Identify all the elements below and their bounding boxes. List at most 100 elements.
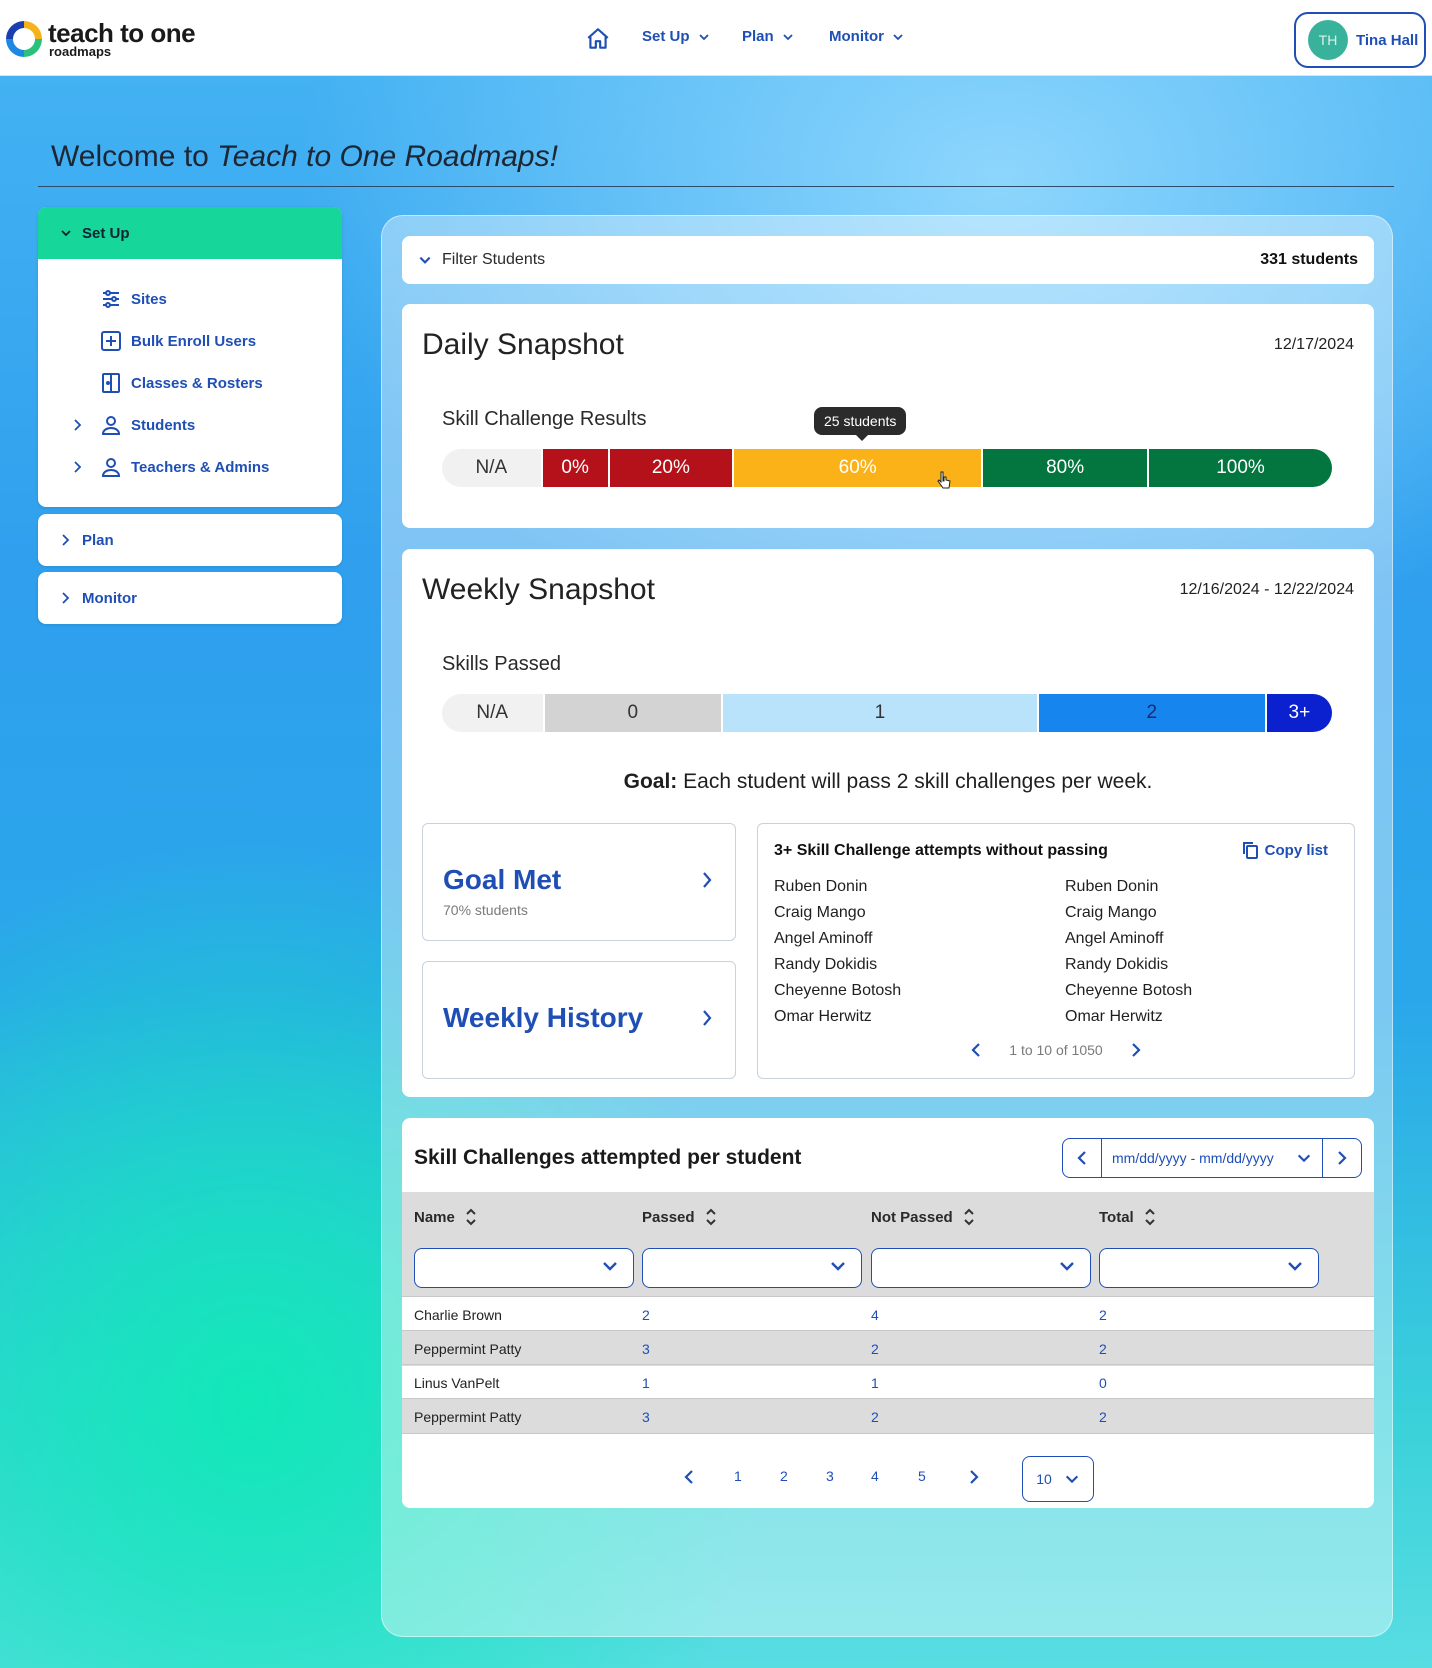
- user-menu-button[interactable]: TH Tina Hall: [1294, 12, 1426, 68]
- page-size-select[interactable]: 10: [1022, 1456, 1094, 1502]
- cell-not-passed: 2: [871, 1409, 879, 1425]
- column-header-name[interactable]: Name: [414, 1208, 477, 1226]
- chevron-right-icon: [72, 460, 82, 474]
- table-row[interactable]: Peppermint Patty 3 2 2: [402, 1398, 1374, 1434]
- date-range-select[interactable]: mm/dd/yyyy - mm/dd/yyyy: [1101, 1139, 1323, 1177]
- nav-monitor-label: Monitor: [829, 28, 884, 45]
- sidebar-item-bulk-enroll[interactable]: Bulk Enroll Users: [38, 330, 342, 352]
- cell-name: Charlie Brown: [414, 1307, 502, 1323]
- column-header-label: Total: [1099, 1208, 1134, 1226]
- goal-prefix: Goal:: [623, 770, 678, 793]
- sidebar-item-classes-rosters[interactable]: Classes & Rosters: [38, 372, 342, 394]
- sidebar-item-sites[interactable]: Sites: [38, 288, 342, 310]
- skills-passed-bar: N/A 0 1 2 3+: [442, 694, 1332, 732]
- page-4-button[interactable]: 4: [871, 1468, 879, 1484]
- column-header-label: Name: [414, 1208, 455, 1226]
- table-row[interactable]: Peppermint Patty 3 2 2: [402, 1330, 1374, 1366]
- sidebar-item-teachers-admins[interactable]: Teachers & Admins: [38, 456, 342, 478]
- not-passed-filter-select[interactable]: [871, 1248, 1091, 1288]
- door-icon: [100, 372, 122, 394]
- sort-icon: [1144, 1208, 1156, 1226]
- daily-snapshot-date: 12/17/2024: [1273, 336, 1354, 353]
- skill-result-segment[interactable]: N/A: [442, 449, 543, 487]
- skills-passed-segment[interactable]: 1: [722, 694, 1039, 732]
- name-filter-select[interactable]: [414, 1248, 634, 1288]
- page-2-button[interactable]: 2: [780, 1468, 788, 1484]
- column-header-passed[interactable]: Passed: [642, 1208, 717, 1226]
- chevron-down-icon: [1058, 1257, 1076, 1275]
- previous-page-button[interactable]: [684, 1468, 694, 1486]
- chevron-down-icon: [782, 31, 794, 43]
- sidebar-monitor-label: Monitor: [82, 589, 137, 607]
- page-size-value: 10: [1036, 1471, 1052, 1487]
- sidebar-plan-panel[interactable]: Plan: [38, 514, 342, 566]
- previous-page-button[interactable]: [971, 1042, 981, 1058]
- sidebar-item-label: Sites: [131, 290, 167, 308]
- sort-icon: [963, 1208, 975, 1226]
- next-page-button[interactable]: [969, 1468, 979, 1486]
- skill-result-segment[interactable]: 80%: [983, 449, 1149, 487]
- chevron-down-icon: [601, 1257, 619, 1275]
- list-item: Angel Aminoff: [1065, 930, 1164, 947]
- skills-passed-segment[interactable]: N/A: [442, 694, 545, 732]
- chevron-right-icon: [701, 870, 713, 890]
- skill-result-segment[interactable]: 0%: [542, 449, 610, 487]
- page-1-button[interactable]: 1: [734, 1468, 742, 1484]
- previous-range-button[interactable]: [1063, 1139, 1101, 1177]
- skill-challenges-table-card: Skill Challenges attempted per student m…: [402, 1118, 1374, 1508]
- weekly-goal: Goal: Each student will pass 2 skill cha…: [402, 770, 1374, 794]
- total-filter-select[interactable]: [1099, 1248, 1319, 1288]
- list-item: Cheyenne Botosh: [1065, 982, 1193, 999]
- home-icon[interactable]: [585, 26, 611, 52]
- chevron-down-icon: [60, 227, 72, 239]
- title-divider: [38, 186, 1394, 187]
- passed-filter-select[interactable]: [642, 1248, 862, 1288]
- page-title-emphasis: Teach to One Roadmaps!: [217, 140, 558, 173]
- sidebar-item-label: Classes & Rosters: [131, 374, 263, 392]
- sidebar-setup-panel: Set Up Sites Bulk Enroll Users Classes &…: [38, 207, 342, 507]
- next-page-button[interactable]: [1131, 1042, 1141, 1058]
- skill-result-segment[interactable]: 100%: [1148, 449, 1332, 487]
- table-row[interactable]: Linus VanPelt 1 1 0: [402, 1364, 1374, 1400]
- nav-monitor[interactable]: Monitor: [829, 28, 904, 45]
- weekly-snapshot-date-range: 12/16/2024 - 12/22/2024: [1179, 581, 1354, 598]
- list-item: Cheyenne Botosh: [774, 982, 902, 999]
- sidebar-item-label: Teachers & Admins: [131, 458, 270, 476]
- sidebar-monitor-panel[interactable]: Monitor: [38, 572, 342, 624]
- page-5-button[interactable]: 5: [918, 1468, 926, 1484]
- dashboard-main: Filter Students 331 students Daily Snaps…: [381, 215, 1393, 1637]
- weekly-history-card[interactable]: Weekly History: [422, 961, 736, 1079]
- copy-icon: [1241, 840, 1259, 860]
- goal-met-card[interactable]: Goal Met 70% students: [422, 823, 736, 941]
- avatar: TH: [1308, 20, 1348, 60]
- sidebar-item-students[interactable]: Students: [38, 414, 342, 436]
- cell-not-passed: 4: [871, 1307, 879, 1323]
- cell-total: 2: [1099, 1409, 1107, 1425]
- goal-met-note: 70% students: [443, 902, 528, 918]
- list-item: Craig Mango: [774, 904, 866, 921]
- skills-passed-segment[interactable]: 0: [544, 694, 723, 732]
- page-3-button[interactable]: 3: [826, 1468, 834, 1484]
- next-range-button[interactable]: [1323, 1139, 1361, 1177]
- chevron-right-icon: [701, 1008, 713, 1028]
- column-header-not-passed[interactable]: Not Passed: [871, 1208, 975, 1226]
- segment-tooltip: 25 students: [814, 407, 907, 441]
- filter-students-bar[interactable]: Filter Students 331 students: [402, 236, 1374, 284]
- skills-passed-segment[interactable]: 3+: [1266, 694, 1332, 732]
- nav-plan[interactable]: Plan: [742, 28, 794, 45]
- sidebar-setup-header[interactable]: Set Up: [38, 207, 342, 259]
- attempts-without-passing-card: 3+ Skill Challenge attempts without pass…: [757, 823, 1355, 1079]
- table-row[interactable]: Charlie Brown 2 4 2: [402, 1296, 1374, 1332]
- chevron-right-icon: [72, 418, 82, 432]
- cell-name: Linus VanPelt: [414, 1375, 500, 1391]
- list-item: Craig Mango: [1065, 904, 1157, 921]
- copy-list-button[interactable]: Copy list: [1241, 840, 1328, 860]
- cell-not-passed: 2: [871, 1341, 879, 1357]
- nav-setup[interactable]: Set Up: [642, 28, 710, 45]
- chevron-down-icon: [1064, 1471, 1080, 1487]
- column-header-total[interactable]: Total: [1099, 1208, 1156, 1226]
- skills-passed-segment[interactable]: 2: [1038, 694, 1267, 732]
- daily-snapshot-title: Daily Snapshot: [422, 328, 624, 361]
- column-header-label: Passed: [642, 1208, 695, 1226]
- skill-result-segment[interactable]: 20%: [609, 449, 734, 487]
